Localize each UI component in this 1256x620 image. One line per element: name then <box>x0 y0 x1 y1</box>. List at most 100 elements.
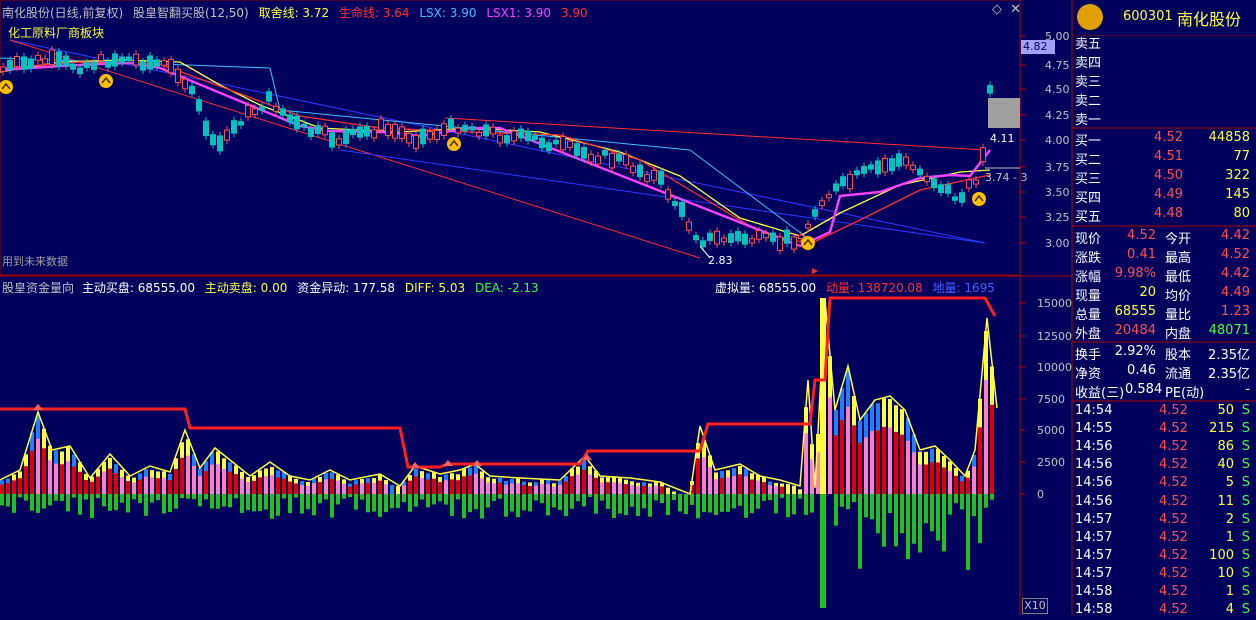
outflow-bar <box>684 494 688 514</box>
shengming-value: 生命线: 3.64 <box>339 6 410 20</box>
candle-body <box>715 231 720 244</box>
outflow-bar <box>744 494 748 518</box>
sell-row[interactable]: 卖三 <box>1073 71 1256 89</box>
sub-indicator-name: 股皇资金量向 <box>2 281 74 295</box>
buy-price: 4.50 <box>1154 168 1183 183</box>
buy-row[interactable]: 买二4.5177 <box>1073 149 1256 167</box>
buy-signal-icon <box>0 80 13 94</box>
outflow-bar <box>894 494 898 546</box>
stock-title: 南化股份(日线,前复权) <box>2 6 123 20</box>
tick-vol: 1 <box>1226 530 1234 545</box>
tick-time: 14:56 <box>1075 494 1112 509</box>
outflow-bar <box>504 494 508 517</box>
volume-bar-segment <box>912 452 916 494</box>
volume-bar-segment <box>462 476 466 494</box>
candle-body <box>652 170 657 180</box>
stats-value: 0.46 <box>1127 363 1156 378</box>
candle-body <box>29 59 34 68</box>
volume-bar-segment <box>738 474 742 494</box>
price-axis-label: 4.00 <box>1045 134 1070 147</box>
outflow-bar <box>870 494 874 519</box>
outflow-bar <box>708 494 712 512</box>
volume-bar-segment <box>210 465 214 494</box>
outflow-bar <box>732 494 736 508</box>
outflow-bar <box>282 494 286 498</box>
candle-body <box>722 238 727 242</box>
volume-bar-segment <box>168 480 172 494</box>
sell-row[interactable]: 卖五 <box>1073 33 1256 51</box>
buy-row[interactable]: 买四4.49145 <box>1073 187 1256 205</box>
outflow-bar <box>588 494 592 497</box>
tick-row: 14:564.5211S <box>1073 494 1256 512</box>
sector-label[interactable]: 化工原料厂商板块 <box>8 24 104 41</box>
tick-side: S <box>1242 584 1250 599</box>
tick-price: 4.52 <box>1159 421 1188 436</box>
volume-bar-segment <box>930 462 934 494</box>
candle-body <box>127 57 132 61</box>
candle-body <box>414 135 419 148</box>
quote-row: 现量20均价4.49 <box>1073 285 1256 303</box>
outflow-bar <box>90 494 94 518</box>
volume-bar-segment <box>102 472 106 494</box>
outflow-bar <box>618 494 622 514</box>
outflow-bar <box>564 494 568 516</box>
zoom-button[interactable]: X10 <box>1022 598 1048 614</box>
candle-body <box>582 147 587 158</box>
sell-row[interactable]: 卖二 <box>1073 90 1256 108</box>
outflow-bar <box>672 494 676 500</box>
stock-logo-icon <box>1077 4 1103 30</box>
outflow-bar <box>402 494 406 502</box>
outflow-bar <box>216 494 220 509</box>
volume-bar-segment <box>174 469 178 494</box>
candle-body <box>904 157 909 165</box>
volume-bar-segment <box>474 474 478 494</box>
candle-body <box>946 185 951 193</box>
zhudong-sell-value: 主动卖盘: 0.00 <box>205 281 288 295</box>
volume-bar-segment <box>234 474 238 494</box>
outflow-bar <box>348 494 352 497</box>
tick-row: 14:574.521S <box>1073 530 1256 548</box>
candle-body <box>848 174 853 188</box>
low-marker-label: 2.83 <box>708 254 733 267</box>
candle-body <box>540 138 545 148</box>
close-icon[interactable]: ✕ <box>1010 2 1021 17</box>
quote-row: 涨跌0.41最高4.52 <box>1073 247 1256 265</box>
buy-qty: 77 <box>1233 149 1250 164</box>
buy-row[interactable]: 买三4.50322 <box>1073 168 1256 186</box>
candle-body <box>85 63 90 68</box>
candle-body <box>211 135 216 145</box>
settings-icon[interactable]: ◇ <box>992 2 1002 17</box>
candle-body <box>155 60 160 66</box>
candle-body <box>169 59 174 72</box>
volume-bar-segment <box>588 475 592 494</box>
sell-row[interactable]: 卖一 <box>1073 109 1256 127</box>
outflow-bar <box>534 494 538 500</box>
volume-bar-segment <box>258 477 262 494</box>
candle-body <box>246 106 251 117</box>
outflow-bar <box>528 494 532 511</box>
quote-label: 均价 <box>1165 285 1191 304</box>
buy-row[interactable]: 买五4.4880 <box>1073 206 1256 224</box>
tick-vol: 2 <box>1226 512 1234 527</box>
volume-bar-segment <box>270 475 274 494</box>
buy-row[interactable]: 买一4.5244858 <box>1073 130 1256 148</box>
candle-body <box>939 185 944 193</box>
candle-body <box>442 124 447 136</box>
stats-row: 净资0.46流通2.35亿 <box>1073 363 1256 381</box>
outflow-bar <box>78 494 82 515</box>
volume-bar-segment <box>216 464 220 494</box>
volume-bar-segment <box>630 485 634 494</box>
sell-row[interactable]: 卖四 <box>1073 52 1256 70</box>
quote-value: 20484 <box>1115 323 1156 338</box>
candle-body <box>533 136 538 140</box>
volume-bar-segment <box>360 484 364 494</box>
outflow-bar <box>762 494 766 501</box>
extra-value: 3.90 <box>561 6 588 20</box>
price-axis-label: 4.25 <box>1045 109 1070 122</box>
outflow-bar <box>648 494 652 517</box>
price-axis-label: 3.50 <box>1045 186 1070 199</box>
volume-bar-segment <box>510 483 514 494</box>
buy-qty: 80 <box>1233 206 1250 221</box>
candle-body <box>106 61 111 67</box>
outflow-bar <box>48 494 52 505</box>
